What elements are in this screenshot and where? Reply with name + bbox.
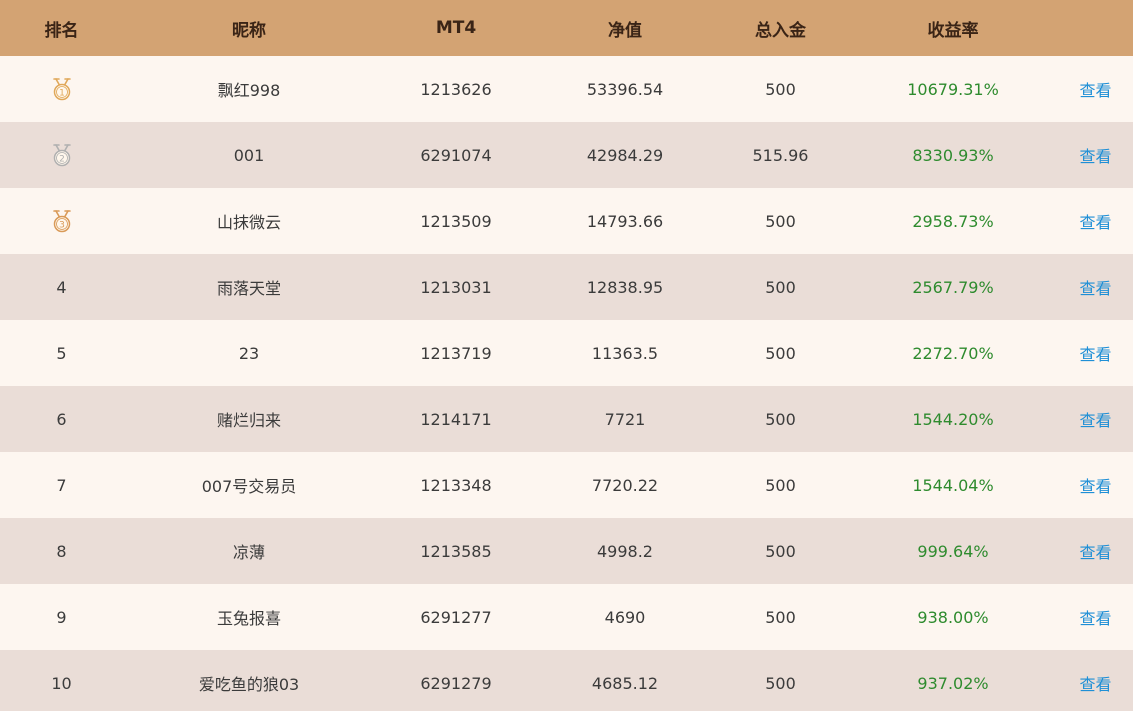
nickname-cell: 23 xyxy=(238,343,260,363)
header-nickname: 昵称 xyxy=(232,20,266,41)
view-link[interactable]: 查看 xyxy=(1058,209,1133,233)
net-value-cell: 53396.54 xyxy=(586,79,664,99)
mt4-cell: 1213348 xyxy=(420,475,492,495)
table-row: 8 凉薄 1213585 4998.2 500 999.64% 查看 xyxy=(0,518,1133,584)
rank-cell: 4 xyxy=(56,277,67,297)
rank-cell: 10 xyxy=(51,673,72,693)
view-link[interactable]: 查看 xyxy=(1058,77,1133,101)
nickname-cell: 赌烂归来 xyxy=(216,411,281,430)
mt4-cell: 1213719 xyxy=(420,343,492,363)
return-rate-cell: 8330.93% xyxy=(912,145,994,165)
total-deposit-cell: 500 xyxy=(765,343,796,363)
net-value-cell: 7721 xyxy=(604,409,646,429)
net-value-cell: 12838.95 xyxy=(586,277,664,297)
view-link[interactable]: 查看 xyxy=(1058,407,1133,431)
mt4-cell: 1213509 xyxy=(420,211,492,231)
nickname-cell: 山抹微云 xyxy=(216,213,281,232)
bronze-medal-icon: 3 xyxy=(51,209,73,233)
mt4-cell: 6291277 xyxy=(420,607,492,627)
medal-rank-number: 1 xyxy=(59,89,65,99)
total-deposit-cell: 500 xyxy=(765,607,796,627)
net-value-cell: 4690 xyxy=(604,607,646,627)
total-deposit-cell: 500 xyxy=(765,475,796,495)
nickname-cell: 玉兔报喜 xyxy=(216,609,281,628)
table-row: 2 001 6291074 42984.29 515.96 8330.93% 查看 xyxy=(0,122,1133,188)
view-link[interactable]: 查看 xyxy=(1058,605,1133,629)
return-rate-cell: 1544.20% xyxy=(912,409,994,429)
table-row: 6 赌烂归来 1214171 7721 500 1544.20% 查看 xyxy=(0,386,1133,452)
nickname-cell: 001 xyxy=(233,145,265,165)
header-net-value: 净值 xyxy=(608,20,642,41)
medal-rank-number: 3 xyxy=(59,221,65,231)
mt4-cell: 1214171 xyxy=(420,409,492,429)
total-deposit-cell: 500 xyxy=(765,541,796,561)
header-mt4: MT4 xyxy=(435,18,477,38)
view-link[interactable]: 查看 xyxy=(1058,143,1133,167)
total-deposit-cell: 515.96 xyxy=(752,145,809,165)
view-link[interactable]: 查看 xyxy=(1058,473,1133,497)
return-rate-cell: 937.02% xyxy=(917,673,989,693)
table-row: 10 爱吃鱼的狼03 6291279 4685.12 500 937.02% 查看 xyxy=(0,650,1133,711)
view-link[interactable]: 查看 xyxy=(1058,671,1133,695)
header-total-deposit: 总入金 xyxy=(755,20,806,41)
return-rate-cell: 1544.04% xyxy=(912,475,994,495)
rank-cell: 1 xyxy=(0,77,123,101)
mt4-cell: 1213626 xyxy=(420,79,492,99)
total-deposit-cell: 500 xyxy=(765,409,796,429)
total-deposit-cell: 500 xyxy=(765,277,796,297)
net-value-cell: 14793.66 xyxy=(586,211,664,231)
rank-cell: 5 xyxy=(56,343,67,363)
total-deposit-cell: 500 xyxy=(765,79,796,99)
view-link[interactable]: 查看 xyxy=(1058,341,1133,365)
mt4-cell: 1213585 xyxy=(420,541,492,561)
view-link[interactable]: 查看 xyxy=(1058,275,1133,299)
mt4-cell: 6291279 xyxy=(420,673,492,693)
mt4-cell: 1213031 xyxy=(420,277,492,297)
rank-cell: 2 xyxy=(0,143,123,167)
return-rate-cell: 999.64% xyxy=(917,541,989,561)
rank-cell: 7 xyxy=(56,475,67,495)
return-rate-cell: 10679.31% xyxy=(907,79,999,99)
net-value-cell: 7720.22 xyxy=(591,475,659,495)
gold-medal-icon: 1 xyxy=(51,77,73,101)
table-row: 7 007号交易员 1213348 7720.22 500 1544.04% 查看 xyxy=(0,452,1133,518)
return-rate-cell: 2958.73% xyxy=(912,211,994,231)
nickname-cell: 飘红998 xyxy=(217,81,281,100)
rank-cell: 6 xyxy=(56,409,67,429)
header-rank: 排名 xyxy=(44,20,79,41)
mt4-cell: 6291074 xyxy=(420,145,492,165)
table-row: 3 山抹微云 1213509 14793.66 500 2958.73% 查看 xyxy=(0,188,1133,254)
rank-cell: 9 xyxy=(56,607,67,627)
net-value-cell: 4685.12 xyxy=(591,673,659,693)
net-value-cell: 11363.5 xyxy=(591,343,659,363)
return-rate-cell: 938.00% xyxy=(917,607,989,627)
nickname-cell: 雨落天堂 xyxy=(216,279,281,298)
nickname-cell: 凉薄 xyxy=(232,543,265,562)
header-return-rate: 收益率 xyxy=(927,20,979,41)
table-row: 4 雨落天堂 1213031 12838.95 500 2567.79% 查看 xyxy=(0,254,1133,320)
rank-cell: 3 xyxy=(0,209,123,233)
view-link[interactable]: 查看 xyxy=(1058,539,1133,563)
total-deposit-cell: 500 xyxy=(765,673,796,693)
nickname-cell: 007号交易员 xyxy=(201,477,297,496)
return-rate-cell: 2272.70% xyxy=(912,343,994,363)
table-row: 1 飘红998 1213626 53396.54 500 10679.31% 查看 xyxy=(0,56,1133,122)
rank-cell: 8 xyxy=(56,541,67,561)
net-value-cell: 4998.2 xyxy=(597,541,653,561)
table-row: 9 玉兔报喜 6291277 4690 500 938.00% 查看 xyxy=(0,584,1133,650)
ranking-table: 排名 昵称 MT4 净值 总入金 收益率 1 飘红998 1213626 53396.… xyxy=(0,0,1133,711)
table-row: 5 23 1213719 11363.5 500 2272.70% 查看 xyxy=(0,320,1133,386)
net-value-cell: 42984.29 xyxy=(586,145,664,165)
medal-rank-number: 2 xyxy=(59,155,65,165)
table-header: 排名 昵称 MT4 净值 总入金 收益率 xyxy=(0,0,1133,56)
total-deposit-cell: 500 xyxy=(765,211,796,231)
nickname-cell: 爱吃鱼的狼03 xyxy=(198,675,300,694)
return-rate-cell: 2567.79% xyxy=(912,277,994,297)
table-body: 1 飘红998 1213626 53396.54 500 10679.31% 查看 2 001 6… xyxy=(0,56,1133,711)
silver-medal-icon: 2 xyxy=(51,143,73,167)
